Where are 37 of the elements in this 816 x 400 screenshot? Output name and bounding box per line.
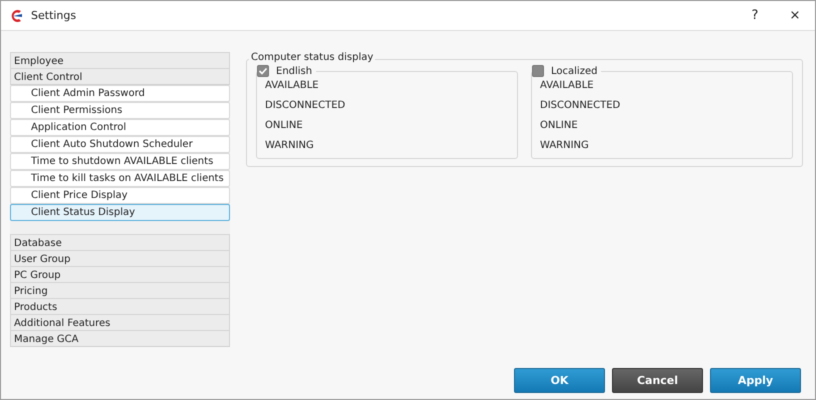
checkbox-label: Localized — [551, 66, 598, 76]
dialog-button[interactable]: Cancel — [612, 368, 703, 393]
sidebar-subitem[interactable]: Time to shutdown AVAILABLE clients — [10, 153, 230, 170]
status-label: DISCONNECTED — [265, 99, 346, 113]
sidebar-item[interactable]: Database — [10, 234, 230, 251]
dialog-button[interactable]: Apply — [710, 368, 801, 393]
sidebar-subitem[interactable]: Client Price Display — [10, 187, 230, 204]
sidebar-item[interactable]: Pricing — [10, 282, 230, 299]
status-label: WARNING — [540, 139, 590, 153]
checkbox[interactable] — [532, 65, 544, 77]
checkbox-label: Endlish — [276, 66, 312, 76]
sidebar-subitem[interactable]: Client Status Display — [10, 204, 230, 221]
sidebar-item[interactable]: Employee — [10, 52, 230, 69]
sidebar-subitem[interactable]: Client Auto Shutdown Scheduler — [10, 136, 230, 153]
window-title: Settings — [31, 9, 78, 22]
help-button[interactable]: ? — [735, 2, 775, 30]
sidebar-subitem[interactable]: Client Admin Password — [10, 85, 230, 102]
group-title: Computer status display — [249, 52, 376, 63]
sidebar-item[interactable]: PC Group — [10, 266, 230, 283]
sidebar-subitem[interactable]: Application Control — [10, 119, 230, 136]
dialog-button[interactable]: OK — [514, 368, 605, 393]
checkbox[interactable] — [257, 65, 269, 77]
sidebar-item[interactable]: Products — [10, 298, 230, 315]
status-label: ONLINE — [540, 119, 579, 133]
status-label: ONLINE — [265, 119, 304, 133]
sidebar-item[interactable]: Client Control — [10, 68, 230, 85]
status-label: AVAILABLE — [540, 79, 595, 93]
sidebar-item[interactable]: Manage GCA — [10, 330, 230, 347]
sidebar-subitem[interactable]: Time to kill tasks on AVAILABLE clients — [10, 170, 230, 187]
close-button[interactable]: × — [775, 2, 815, 30]
sidebar-subitem[interactable]: Client Permissions — [10, 102, 230, 119]
app-logo-icon — [9, 8, 23, 22]
sidebar-item[interactable]: Additional Features — [10, 314, 230, 331]
sidebar-item[interactable]: User Group — [10, 250, 230, 267]
status-label: DISCONNECTED — [540, 99, 622, 113]
status-label: WARNING — [265, 139, 315, 153]
status-label: AVAILABLE — [265, 79, 320, 93]
